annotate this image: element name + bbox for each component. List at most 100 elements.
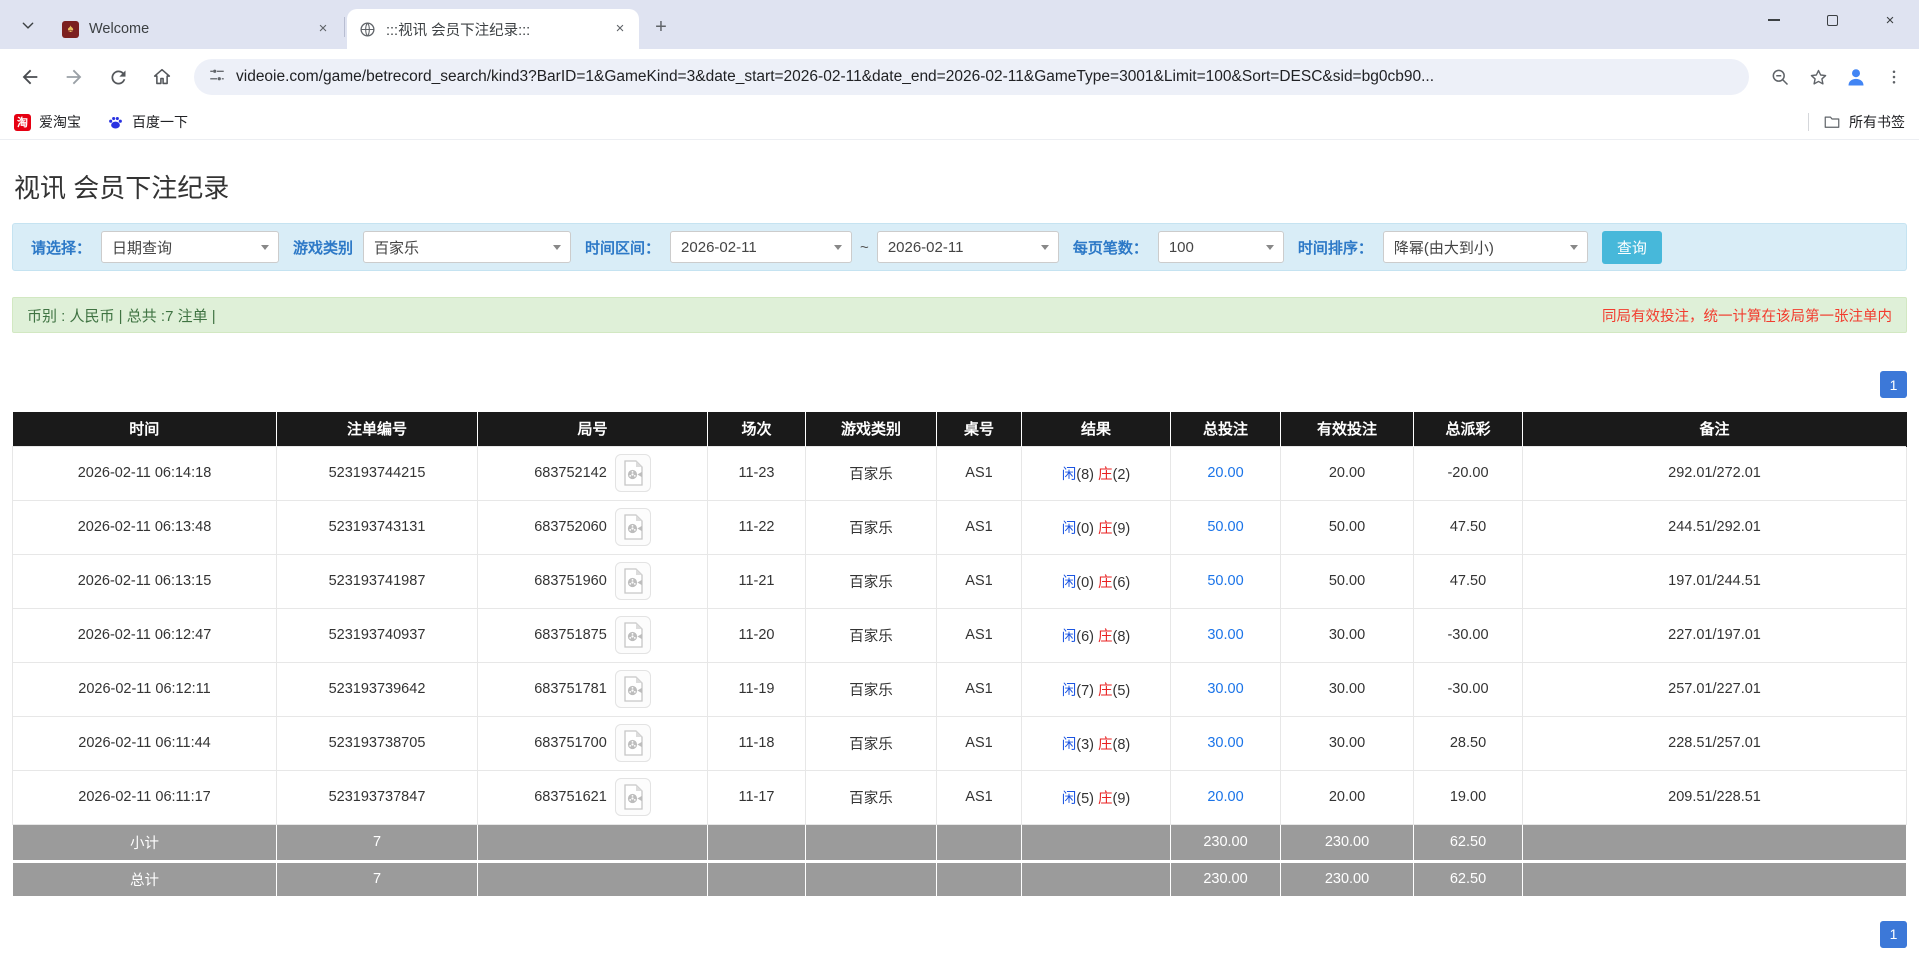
video-record-button[interactable]	[614, 670, 651, 708]
total-bet-link[interactable]: 20.00	[1207, 465, 1243, 481]
payout-cell: -30.00	[1413, 661, 1523, 717]
column-header: 场次	[707, 412, 806, 446]
payout-cell: -30.00	[1413, 607, 1523, 663]
column-header: 有效投注	[1280, 412, 1414, 446]
close-window-icon[interactable]: ×	[1861, 0, 1919, 40]
banker-label: 庄	[1098, 790, 1113, 807]
total-bet-link[interactable]: 30.00	[1207, 627, 1243, 643]
table-row: 2026-02-11 06:12:47 523193740937 683751875…	[12, 607, 1907, 663]
date-start-select[interactable]: 2026-02-11	[670, 231, 853, 263]
total-total-bet: 230.00	[1170, 859, 1281, 897]
video-record-button[interactable]	[614, 616, 651, 654]
total-bet-link[interactable]: 50.00	[1207, 519, 1243, 535]
total-bet-link[interactable]: 20.00	[1207, 789, 1243, 805]
table-row: 2026-02-11 06:11:44 523193738705 683751700…	[12, 715, 1907, 771]
banker-label: 庄	[1098, 628, 1113, 645]
bookmark-label: 百度一下	[132, 114, 188, 130]
game-kind-label: 游戏类别	[293, 239, 354, 257]
subtotal-count: 7	[276, 824, 478, 862]
reload-icon[interactable]	[99, 58, 137, 96]
tab-search-chevron-icon[interactable]	[14, 11, 42, 39]
video-record-button[interactable]	[614, 562, 651, 600]
video-record-button[interactable]	[614, 724, 651, 762]
column-header: 备注	[1522, 412, 1907, 446]
tab-close-icon[interactable]: ×	[611, 20, 629, 38]
session-cell: 11-18	[707, 715, 806, 771]
all-bookmarks[interactable]: 所有书签	[1808, 112, 1905, 132]
tab-title: Welcome	[89, 21, 150, 37]
round-cell: 683751960	[477, 553, 708, 609]
search-button[interactable]: 查询	[1601, 230, 1662, 264]
total-bet-link[interactable]: 50.00	[1207, 573, 1243, 589]
tab-betrecord[interactable]: :::视讯 会员下注纪录::: ×	[347, 9, 639, 49]
time-cell: 2026-02-11 06:14:18	[12, 445, 277, 501]
column-header: 桌号	[936, 412, 1022, 446]
url-bar[interactable]: videoie.com/game/betrecord_search/kind3?…	[194, 59, 1749, 95]
player-score: (5)	[1076, 790, 1094, 807]
time-cell: 2026-02-11 06:12:11	[12, 661, 277, 717]
player-score: (0)	[1076, 574, 1094, 591]
sort-select[interactable]: 降幂(由大到小)	[1382, 231, 1588, 263]
page-1-button[interactable]: 1	[1880, 920, 1907, 948]
bet-id-cell: 523193744215	[276, 445, 478, 501]
bet-id-cell: 523193738705	[276, 715, 478, 771]
maximize-icon[interactable]	[1803, 0, 1861, 40]
session-cell: 11-20	[707, 607, 806, 663]
new-tab-icon[interactable]: +	[647, 13, 675, 41]
site-settings-icon[interactable]	[208, 66, 226, 89]
payout-cell: 28.50	[1413, 715, 1523, 771]
bookmark-label: 爱淘宝	[39, 114, 81, 130]
date-end-select[interactable]: 2026-02-11	[876, 231, 1059, 263]
payout-cell: 19.00	[1413, 769, 1523, 825]
page-content: 视讯 会员下注纪录 请选择： 日期查询 游戏类别 百家乐 时间区间： 2026-…	[0, 168, 1919, 948]
per-page-select[interactable]: 100	[1157, 231, 1284, 263]
video-record-button[interactable]	[614, 508, 651, 546]
chevron-down-icon	[252, 232, 278, 262]
menu-icon[interactable]	[1877, 60, 1911, 94]
video-record-button[interactable]	[614, 454, 651, 492]
table-row: 2026-02-11 06:12:11 523193739642 683751781…	[12, 661, 1907, 717]
column-header: 总派彩	[1413, 412, 1523, 446]
total-bet-link[interactable]: 30.00	[1207, 735, 1243, 751]
bookmark-taobao[interactable]: 淘 爱淘宝	[14, 112, 81, 132]
filter-bar: 请选择： 日期查询 游戏类别 百家乐 时间区间： 2026-02-11 ~ 20…	[12, 223, 1907, 271]
bookmark-baidu[interactable]: 百度一下	[107, 112, 188, 132]
taobao-icon: 淘	[14, 113, 31, 131]
profile-icon[interactable]	[1839, 60, 1873, 94]
table-no-cell: AS1	[936, 607, 1022, 663]
payout-cell: -20.00	[1413, 445, 1523, 501]
column-header: 局号	[477, 412, 708, 446]
game-kind-select[interactable]: 百家乐	[363, 231, 572, 263]
valid-bet-cell: 30.00	[1280, 715, 1414, 771]
banker-score: (2)	[1112, 466, 1131, 483]
table-no-cell: AS1	[936, 499, 1022, 555]
zoom-icon[interactable]	[1763, 60, 1797, 94]
query-mode-select[interactable]: 日期查询	[101, 231, 280, 263]
total-payout: 62.50	[1413, 859, 1523, 897]
video-record-icon	[624, 568, 643, 594]
tab-strip: ♠ Welcome × :::视讯 会员下注纪录::: × + ×	[0, 0, 1919, 49]
column-header: 注单编号	[276, 412, 478, 446]
time-cell: 2026-02-11 06:13:48	[12, 499, 277, 555]
chevron-down-icon	[1561, 232, 1587, 262]
home-icon[interactable]	[143, 58, 181, 96]
table-row: 2026-02-11 06:13:15 523193741987 683751960…	[12, 553, 1907, 609]
tab-close-icon[interactable]: ×	[314, 20, 332, 38]
note-cell: 228.51/257.01	[1522, 715, 1907, 771]
total-bet-link[interactable]: 30.00	[1207, 681, 1243, 697]
forward-icon[interactable]	[55, 58, 93, 96]
video-record-icon	[624, 730, 643, 756]
total-row: 总计 7 230.00 230.00 62.50	[12, 859, 1907, 897]
bookmark-star-icon[interactable]	[1801, 60, 1835, 94]
tab-welcome[interactable]: ♠ Welcome ×	[50, 9, 342, 49]
video-record-button[interactable]	[614, 778, 651, 816]
page-1-button[interactable]: 1	[1880, 371, 1907, 398]
minimize-icon[interactable]	[1745, 0, 1803, 40]
back-icon[interactable]	[11, 58, 49, 96]
column-header: 结果	[1021, 412, 1171, 446]
game-kind-cell: 百家乐	[805, 499, 937, 555]
session-cell: 11-21	[707, 553, 806, 609]
time-cell: 2026-02-11 06:11:17	[12, 769, 277, 825]
result-cell: 闲(3) 庄(8)	[1021, 715, 1171, 771]
url-text[interactable]: videoie.com/game/betrecord_search/kind3?…	[236, 68, 1735, 86]
